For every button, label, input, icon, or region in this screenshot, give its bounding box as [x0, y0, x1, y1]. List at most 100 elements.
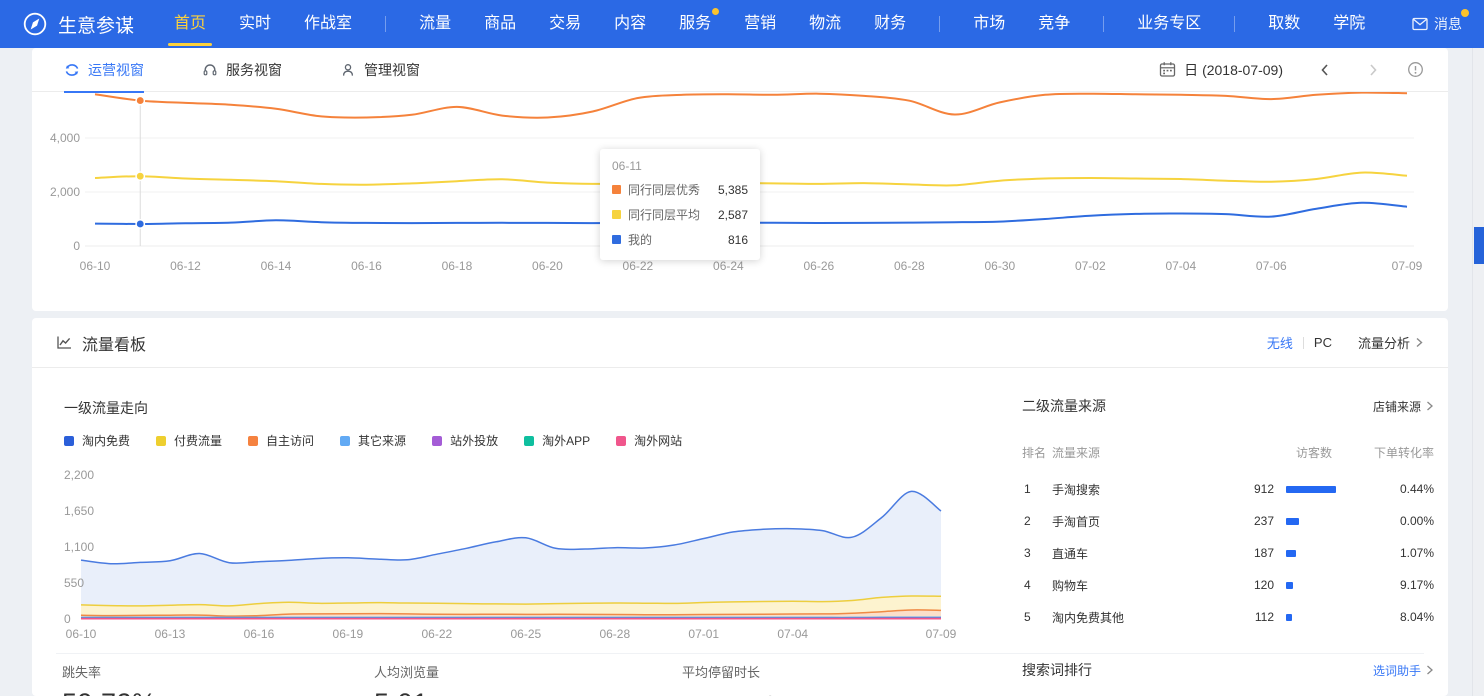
date-granularity: 日: [1184, 62, 1198, 78]
svg-text:07-02: 07-02: [1075, 259, 1106, 273]
svg-text:06-28: 06-28: [894, 259, 925, 273]
svg-text:06-13: 06-13: [155, 627, 186, 641]
top-navbar: 生意参谋 首页 实时 作战室 流量 商品 交易 内容 服务 营销 物流 财务 市…: [0, 0, 1484, 48]
legend-item[interactable]: 淘外网站: [616, 432, 682, 449]
legend-swatch: [524, 436, 534, 446]
chevron-right-icon: [1426, 665, 1434, 675]
svg-text:06-16: 06-16: [244, 627, 275, 641]
nav-item-content[interactable]: 内容: [614, 0, 646, 48]
nav-item-data-fetch[interactable]: 取数: [1268, 0, 1300, 48]
nav-item-realtime[interactable]: 实时: [239, 0, 271, 48]
tooltip-row: 同行同层平均 2,587: [612, 206, 748, 223]
nav-item-logistics[interactable]: 物流: [809, 0, 841, 48]
visitors-bar: [1286, 518, 1299, 525]
source-table-row: 2 手淘首页 237 0.00%: [1022, 510, 1434, 532]
svg-text:06-24: 06-24: [713, 259, 744, 273]
area-chart-legend: 淘内免费 付费流量 自主访问 其它来源 站外投放 淘外APP 淘外网站: [64, 432, 682, 449]
messages-label: 消息: [1434, 14, 1462, 34]
tab-service-view[interactable]: 服务视窗: [202, 48, 282, 92]
nav-item-war-room[interactable]: 作战室: [304, 0, 352, 48]
svg-text:550: 550: [64, 576, 84, 590]
board-header: 流量看板 无线 PC 流量分析: [32, 318, 1448, 368]
person-icon: [340, 62, 356, 78]
traffic-analysis-link[interactable]: 流量分析: [1358, 333, 1424, 352]
visitors-bar: [1286, 486, 1336, 493]
next-date-button[interactable]: [1365, 62, 1381, 78]
legend-item[interactable]: 淘内免费: [64, 432, 130, 449]
svg-text:06-20: 06-20: [532, 259, 563, 273]
series-label: 同行同层优秀: [628, 181, 700, 198]
series-label: 我的: [628, 231, 652, 248]
svg-text:06-14: 06-14: [261, 259, 292, 273]
svg-text:4,000: 4,000: [50, 131, 80, 145]
scrollbar-thumb[interactable]: [1474, 227, 1484, 264]
nav-item-academy[interactable]: 学院: [1333, 0, 1365, 48]
tab-label: 运营视窗: [88, 60, 144, 80]
stat-bounce-rate: 跳失率 59.72%: [62, 662, 157, 696]
chart-tooltip: 06-11 同行同层优秀 5,385 同行同层平均 2,587 我的 816: [600, 149, 760, 260]
svg-text:07-01: 07-01: [688, 627, 719, 641]
prev-date-button[interactable]: [1317, 62, 1333, 78]
nav-divider: [385, 16, 386, 32]
nav-divider: [1234, 16, 1235, 32]
nav-item-finance[interactable]: 财务: [874, 0, 906, 48]
legend-swatch: [432, 436, 442, 446]
stat-avg-stay-duration: 平均停留时长 17.49秒: [682, 662, 780, 696]
svg-text:06-30: 06-30: [984, 259, 1015, 273]
visitors-bar: [1286, 614, 1292, 621]
page-scrollbar[interactable]: [1472, 48, 1484, 696]
visitors-bar: [1286, 582, 1293, 589]
line-chart-icon: [56, 334, 73, 351]
svg-text:1,650: 1,650: [64, 504, 94, 518]
nav-item-marketing[interactable]: 营销: [744, 0, 776, 48]
legend-item[interactable]: 淘外APP: [524, 432, 590, 449]
view-tabbar: 运营视窗 服务视窗 管理视窗: [32, 48, 1448, 92]
svg-text:07-09: 07-09: [1392, 259, 1423, 273]
nav-item-home[interactable]: 首页: [174, 0, 206, 48]
source-table-row: 5 淘内免费其他 112 8.04%: [1022, 606, 1434, 628]
search-rank-header: 搜索词排行 选词助手: [1022, 660, 1434, 680]
nav-item-market[interactable]: 市场: [973, 0, 1005, 48]
series-value: 2,587: [718, 208, 748, 222]
legend-item[interactable]: 自主访问: [248, 432, 314, 449]
core-metric-trend-chart[interactable]: 02,0004,00006-1006-1206-1406-1606-1806-2…: [32, 92, 1448, 310]
nav-item-trade[interactable]: 交易: [549, 0, 581, 48]
nav-item-business-zone[interactable]: 业务专区: [1137, 0, 1201, 48]
date-picker[interactable]: 日 (2018-07-09): [1184, 60, 1283, 80]
legend-item[interactable]: 其它来源: [340, 432, 406, 449]
svg-text:06-10: 06-10: [80, 259, 111, 273]
legend-swatch: [340, 436, 350, 446]
series-swatch-excellent: [612, 185, 621, 194]
svg-text:06-12: 06-12: [170, 259, 201, 273]
board-title-group: 流量看板: [56, 331, 146, 355]
nav-divider: [1103, 16, 1104, 32]
nav-item-competition[interactable]: 竞争: [1038, 0, 1070, 48]
brand[interactable]: 生意参谋: [22, 11, 134, 38]
svg-text:06-22: 06-22: [623, 259, 654, 273]
tab-operation-view[interactable]: 运营视窗: [64, 48, 144, 92]
tab-management-view[interactable]: 管理视窗: [340, 48, 420, 92]
legend-swatch: [64, 436, 74, 446]
shop-source-link[interactable]: 店铺来源: [1373, 398, 1434, 415]
nav-item-goods[interactable]: 商品: [484, 0, 516, 48]
calendar-icon[interactable]: [1159, 61, 1176, 78]
toggle-wireless[interactable]: 无线: [1267, 333, 1293, 352]
visitors-bar: [1286, 550, 1296, 557]
info-icon[interactable]: [1407, 61, 1424, 78]
board-title: 流量看板: [82, 331, 146, 355]
source-panel-header: 二级流量来源 店铺来源: [1022, 396, 1434, 416]
legend-item[interactable]: 付费流量: [156, 432, 222, 449]
tab-label: 服务视窗: [226, 60, 282, 80]
main-nav: 首页 实时 作战室 流量 商品 交易 内容 服务 营销 物流 财务 市场 竞争 …: [174, 0, 1394, 48]
first-level-traffic-area-chart[interactable]: 05501,1001,6502,20006-1006-1306-1606-190…: [64, 460, 964, 642]
svg-text:07-04: 07-04: [1165, 259, 1196, 273]
word-picker-link[interactable]: 选词助手: [1373, 662, 1434, 679]
toggle-separator: [1303, 337, 1304, 349]
series-value: 5,385: [718, 183, 748, 197]
nav-item-service[interactable]: 服务: [679, 0, 711, 48]
messages-button[interactable]: 消息: [1412, 14, 1462, 34]
toggle-pc[interactable]: PC: [1314, 335, 1332, 350]
legend-item[interactable]: 站外投放: [432, 432, 498, 449]
nav-item-traffic[interactable]: 流量: [419, 0, 451, 48]
nav-divider: [939, 16, 940, 32]
